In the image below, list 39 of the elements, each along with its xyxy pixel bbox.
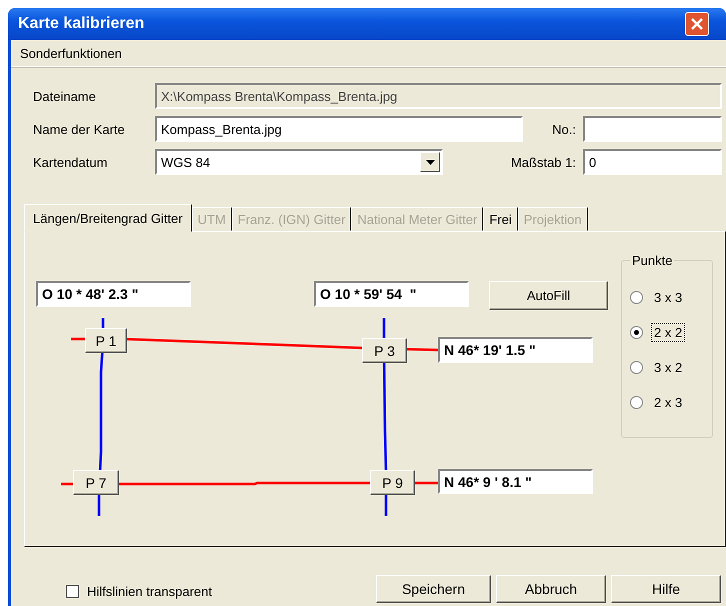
map-name-field[interactable]: Kompass_Brenta.jpg xyxy=(155,116,523,142)
tab[interactable]: Längen/Breitengrad Gitter xyxy=(24,204,192,232)
radio-label[interactable]: 2 x 3 xyxy=(651,392,686,412)
field-label: Dateiname xyxy=(33,88,97,104)
autofill-button[interactable]: AutoFill xyxy=(489,281,608,310)
radio-button[interactable] xyxy=(630,360,643,374)
radio-button[interactable] xyxy=(630,396,643,408)
dialog-button[interactable]: Hilfe xyxy=(611,575,721,603)
dialog-button[interactable]: Speichern xyxy=(376,575,491,603)
menu-item[interactable]: Sonderfunktionen xyxy=(20,46,122,60)
field-label: Kartendatum xyxy=(33,154,108,170)
latitude-field[interactable]: N 46* 19' 1.5 " xyxy=(438,337,593,363)
field-label: Maßstab 1: xyxy=(510,154,577,170)
file-name-field: X:\Kompass Brenta\Kompass_Brenta.jpg xyxy=(155,83,722,109)
close-icon xyxy=(691,18,703,30)
radio-label[interactable]: 2 x 2 xyxy=(651,322,686,342)
checkbox-label[interactable]: Hilfslinien transparent xyxy=(87,584,212,599)
radio-button[interactable] xyxy=(630,290,643,304)
datum-dropdown[interactable]: WGS 84 xyxy=(155,149,443,175)
point-button[interactable]: P 9 xyxy=(370,470,415,495)
number-field[interactable] xyxy=(583,116,722,142)
close-button[interactable] xyxy=(685,12,709,36)
point-button[interactable]: P 3 xyxy=(362,338,407,363)
checkbox[interactable] xyxy=(66,585,79,598)
point-button[interactable]: P 7 xyxy=(73,470,119,495)
longitude-field[interactable]: O 10 * 48' 2.3 " xyxy=(36,281,191,307)
latitude-field[interactable]: N 46* 9 ' 8.1 " xyxy=(438,469,593,494)
longitude-field[interactable]: O 10 * 59' 54 " xyxy=(314,281,469,307)
field-label: No.: xyxy=(551,122,577,136)
tab[interactable]: Frei xyxy=(483,207,518,231)
scale-field[interactable]: 0 xyxy=(583,149,722,175)
radio-label[interactable]: 3 x 2 xyxy=(651,358,686,376)
radio-button[interactable] xyxy=(630,326,643,338)
group-title: Punkte xyxy=(630,253,674,268)
dialog-button[interactable]: Abbruch xyxy=(496,575,606,603)
field-label: Name der Karte xyxy=(33,122,126,136)
radio-label[interactable]: 3 x 3 xyxy=(651,288,686,306)
window-title: Karte kalibrieren xyxy=(18,15,144,33)
point-button[interactable]: P 1 xyxy=(85,328,127,353)
